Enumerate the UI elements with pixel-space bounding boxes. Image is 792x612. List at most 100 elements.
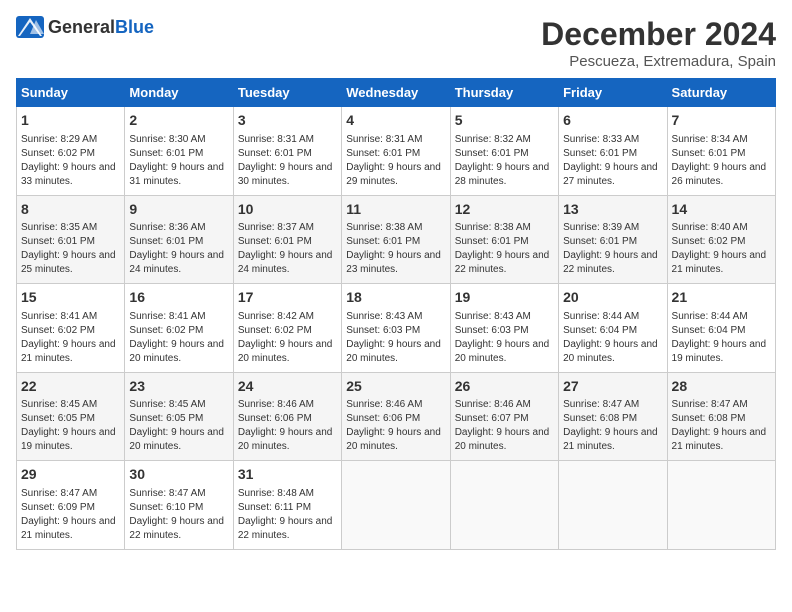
sunrise: Sunrise: 8:47 AM: [129, 488, 205, 499]
calendar-day-cell: 10Sunrise: 8:37 AMSunset: 6:01 PMDayligh…: [233, 195, 341, 284]
sunrise: Sunrise: 8:44 AM: [672, 311, 748, 322]
day-number: 20: [563, 288, 662, 308]
calendar-table: Sunday Monday Tuesday Wednesday Thursday…: [16, 78, 776, 550]
daylight: Daylight: 9 hours and 29 minutes.: [346, 162, 441, 187]
calendar-day-cell: 27Sunrise: 8:47 AMSunset: 6:08 PMDayligh…: [559, 372, 667, 461]
daylight: Daylight: 9 hours and 27 minutes.: [563, 162, 658, 187]
calendar-day-cell: 14Sunrise: 8:40 AMSunset: 6:02 PMDayligh…: [667, 195, 775, 284]
sunset: Sunset: 6:02 PM: [21, 325, 95, 336]
calendar-day-cell: 18Sunrise: 8:43 AMSunset: 6:03 PMDayligh…: [342, 284, 450, 373]
sunrise: Sunrise: 8:41 AM: [21, 311, 97, 322]
logo-general: General: [48, 17, 115, 37]
col-monday: Monday: [125, 79, 233, 107]
col-thursday: Thursday: [450, 79, 558, 107]
sunrise: Sunrise: 8:32 AM: [455, 134, 531, 145]
sunset: Sunset: 6:06 PM: [346, 413, 420, 424]
sunset: Sunset: 6:01 PM: [129, 236, 203, 247]
calendar-week-row: 15Sunrise: 8:41 AMSunset: 6:02 PMDayligh…: [17, 284, 776, 373]
day-number: 26: [455, 377, 554, 397]
daylight: Daylight: 9 hours and 22 minutes.: [563, 250, 658, 275]
calendar-day-cell: [342, 461, 450, 550]
daylight: Daylight: 9 hours and 20 minutes.: [346, 339, 441, 364]
logo: GeneralBlue: [16, 16, 154, 38]
day-number: 31: [238, 465, 337, 485]
sunrise: Sunrise: 8:42 AM: [238, 311, 314, 322]
daylight: Daylight: 9 hours and 20 minutes.: [129, 427, 224, 452]
sunset: Sunset: 6:06 PM: [238, 413, 312, 424]
calendar-day-cell: 5Sunrise: 8:32 AMSunset: 6:01 PMDaylight…: [450, 107, 558, 196]
calendar-day-cell: 16Sunrise: 8:41 AMSunset: 6:02 PMDayligh…: [125, 284, 233, 373]
day-number: 25: [346, 377, 445, 397]
daylight: Daylight: 9 hours and 33 minutes.: [21, 162, 116, 187]
sunrise: Sunrise: 8:41 AM: [129, 311, 205, 322]
sunrise: Sunrise: 8:45 AM: [21, 399, 97, 410]
sunrise: Sunrise: 8:31 AM: [238, 134, 314, 145]
sunset: Sunset: 6:04 PM: [563, 325, 637, 336]
sunset: Sunset: 6:03 PM: [455, 325, 529, 336]
col-friday: Friday: [559, 79, 667, 107]
calendar-day-cell: 31Sunrise: 8:48 AMSunset: 6:11 PMDayligh…: [233, 461, 341, 550]
calendar-day-cell: [559, 461, 667, 550]
sunset: Sunset: 6:01 PM: [672, 148, 746, 159]
col-tuesday: Tuesday: [233, 79, 341, 107]
sunset: Sunset: 6:01 PM: [455, 148, 529, 159]
calendar-day-cell: 15Sunrise: 8:41 AMSunset: 6:02 PMDayligh…: [17, 284, 125, 373]
sunset: Sunset: 6:01 PM: [455, 236, 529, 247]
sunset: Sunset: 6:05 PM: [129, 413, 203, 424]
sunrise: Sunrise: 8:48 AM: [238, 488, 314, 499]
daylight: Daylight: 9 hours and 19 minutes.: [21, 427, 116, 452]
header-row: Sunday Monday Tuesday Wednesday Thursday…: [17, 79, 776, 107]
daylight: Daylight: 9 hours and 20 minutes.: [129, 339, 224, 364]
sunrise: Sunrise: 8:46 AM: [238, 399, 314, 410]
day-number: 21: [672, 288, 771, 308]
calendar-day-cell: 19Sunrise: 8:43 AMSunset: 6:03 PMDayligh…: [450, 284, 558, 373]
day-number: 4: [346, 111, 445, 131]
calendar-day-cell: 28Sunrise: 8:47 AMSunset: 6:08 PMDayligh…: [667, 372, 775, 461]
sunrise: Sunrise: 8:36 AM: [129, 222, 205, 233]
sunset: Sunset: 6:01 PM: [346, 236, 420, 247]
calendar-day-cell: 8Sunrise: 8:35 AMSunset: 6:01 PMDaylight…: [17, 195, 125, 284]
day-number: 22: [21, 377, 120, 397]
sunrise: Sunrise: 8:47 AM: [672, 399, 748, 410]
calendar-day-cell: 1Sunrise: 8:29 AMSunset: 6:02 PMDaylight…: [17, 107, 125, 196]
day-number: 12: [455, 200, 554, 220]
calendar-day-cell: 11Sunrise: 8:38 AMSunset: 6:01 PMDayligh…: [342, 195, 450, 284]
sunset: Sunset: 6:01 PM: [129, 148, 203, 159]
sunset: Sunset: 6:01 PM: [238, 148, 312, 159]
daylight: Daylight: 9 hours and 30 minutes.: [238, 162, 333, 187]
sunset: Sunset: 6:05 PM: [21, 413, 95, 424]
sunrise: Sunrise: 8:31 AM: [346, 134, 422, 145]
calendar-day-cell: 13Sunrise: 8:39 AMSunset: 6:01 PMDayligh…: [559, 195, 667, 284]
header: GeneralBlue December 2024 Pescueza, Extr…: [16, 16, 776, 70]
sunrise: Sunrise: 8:29 AM: [21, 134, 97, 145]
sunrise: Sunrise: 8:30 AM: [129, 134, 205, 145]
sunset: Sunset: 6:02 PM: [129, 325, 203, 336]
daylight: Daylight: 9 hours and 25 minutes.: [21, 250, 116, 275]
daylight: Daylight: 9 hours and 21 minutes.: [21, 516, 116, 541]
sunrise: Sunrise: 8:44 AM: [563, 311, 639, 322]
calendar-day-cell: 30Sunrise: 8:47 AMSunset: 6:10 PMDayligh…: [125, 461, 233, 550]
calendar-day-cell: 12 Sunrise: 8:38 AM Sunset: 6:01 PM Dayligh…: [450, 195, 558, 284]
day-number: 5: [455, 111, 554, 131]
sunrise: Sunrise: 8:38 AM: [455, 222, 531, 233]
sunset: Sunset: 6:01 PM: [563, 148, 637, 159]
daylight: Daylight: 9 hours and 20 minutes.: [563, 339, 658, 364]
sunset: Sunset: 6:02 PM: [672, 236, 746, 247]
calendar-week-row: 1Sunrise: 8:29 AMSunset: 6:02 PMDaylight…: [17, 107, 776, 196]
calendar-day-cell: 21Sunrise: 8:44 AMSunset: 6:04 PMDayligh…: [667, 284, 775, 373]
sunrise: Sunrise: 8:43 AM: [455, 311, 531, 322]
sunset: Sunset: 6:11 PM: [238, 502, 311, 513]
day-number: 24: [238, 377, 337, 397]
col-wednesday: Wednesday: [342, 79, 450, 107]
daylight: Daylight: 9 hours and 22 minutes.: [455, 250, 550, 275]
sunrise: Sunrise: 8:45 AM: [129, 399, 205, 410]
sunset: Sunset: 6:07 PM: [455, 413, 529, 424]
sunset: Sunset: 6:01 PM: [346, 148, 420, 159]
sunset: Sunset: 6:01 PM: [563, 236, 637, 247]
sunset: Sunset: 6:04 PM: [672, 325, 746, 336]
daylight: Daylight: 9 hours and 22 minutes.: [129, 516, 224, 541]
calendar-day-cell: 22 Sunrise: 8:45 AM Sunset: 6:05 PM Dayligh…: [17, 372, 125, 461]
calendar-week-row: 29Sunrise: 8:47 AMSunset: 6:09 PMDayligh…: [17, 461, 776, 550]
calendar-day-cell: 17Sunrise: 8:42 AMSunset: 6:02 PMDayligh…: [233, 284, 341, 373]
calendar-day-cell: 26Sunrise: 8:46 AMSunset: 6:07 PMDayligh…: [450, 372, 558, 461]
